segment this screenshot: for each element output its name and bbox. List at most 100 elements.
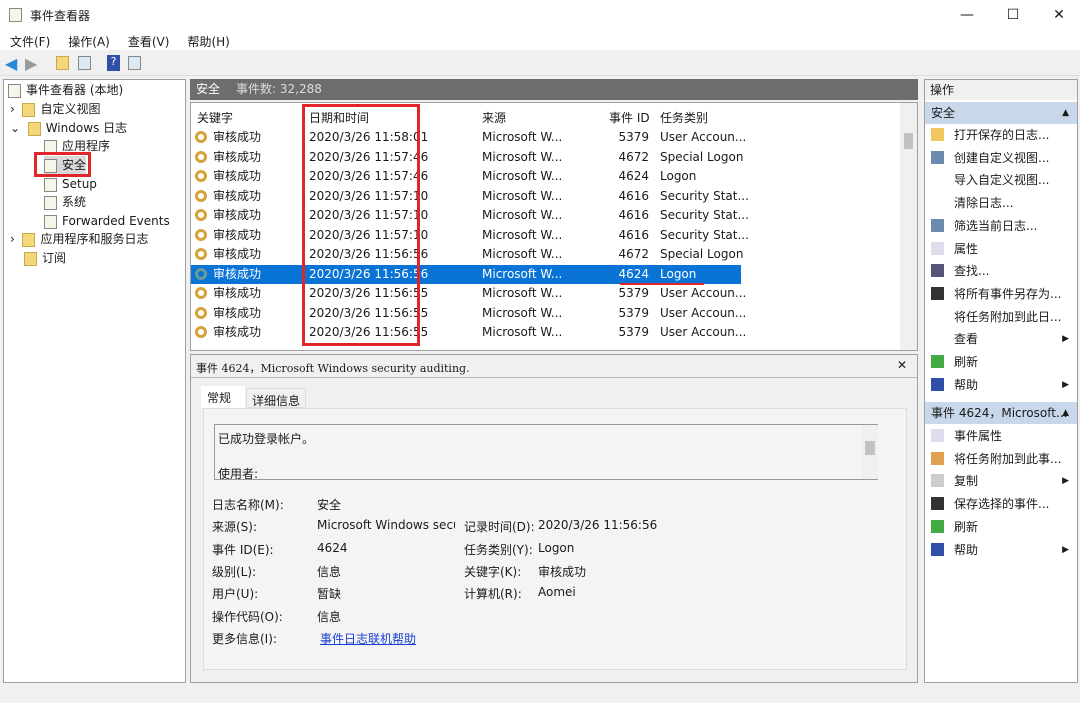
- menu-file[interactable]: 文件(F): [0, 30, 58, 50]
- tree-item-system[interactable]: 系统: [44, 193, 86, 211]
- key-icon: [195, 287, 207, 299]
- log-icon: [44, 195, 57, 210]
- toolbar: ◀ ▶ ?: [0, 50, 1080, 76]
- annotation-underline: [620, 283, 704, 285]
- tree-windows-logs[interactable]: ⌄ Windows 日志: [10, 119, 127, 137]
- table-row[interactable]: 审核成功 2020/3/26 11:56:55 Microsoft W... 5…: [191, 323, 746, 342]
- cell-task: Logon: [660, 266, 697, 281]
- cell-task: User Accoun...: [660, 305, 747, 320]
- action-item[interactable]: 属性: [925, 238, 1077, 260]
- cell-source: Microsoft W...: [482, 286, 563, 300]
- back-arrow-icon[interactable]: ◀: [5, 54, 23, 73]
- close-button[interactable]: ✕: [1036, 0, 1080, 30]
- action-item[interactable]: 刷新: [925, 516, 1077, 538]
- actions-group-security[interactable]: 安全 ▲: [925, 102, 1077, 124]
- table-row[interactable]: 审核成功 2020/3/26 11:57:46 Microsoft W... 4…: [191, 148, 743, 167]
- menu-help[interactable]: 帮助(H): [177, 30, 237, 50]
- action-item[interactable]: 保存选择的事件...: [925, 493, 1077, 515]
- collapse-icon[interactable]: ▲: [1062, 402, 1069, 424]
- cell-event-id: 5379: [618, 325, 649, 339]
- show-tree-icon[interactable]: [78, 56, 91, 70]
- table-row[interactable]: 审核成功 2020/3/26 11:57:10 Microsoft W... 4…: [191, 226, 749, 245]
- actions-pane: 操作 安全 ▲ 打开保存的日志... 创建自定义视图... 导入自定义视图... 清除日…: [924, 79, 1078, 683]
- action-item[interactable]: 打开保存的日志...: [925, 124, 1077, 146]
- detail-close-button[interactable]: ✕: [897, 358, 907, 372]
- col-source[interactable]: 来源: [482, 109, 506, 126]
- value-computer: Aomei: [538, 585, 576, 599]
- table-row[interactable]: 审核成功 2020/3/26 11:58:01 Microsoft W... 5…: [191, 128, 746, 147]
- tab-details[interactable]: 详细信息: [246, 388, 307, 408]
- value-user: 暂缺: [317, 587, 342, 601]
- action-item[interactable]: 刷新: [925, 351, 1077, 373]
- action-item[interactable]: 帮助 ▶: [925, 539, 1077, 561]
- help-icon: [931, 377, 944, 391]
- minimize-button[interactable]: —: [944, 0, 990, 30]
- col-event-id[interactable]: 事件 ID: [609, 109, 650, 126]
- help-icon[interactable]: ?: [107, 55, 120, 71]
- table-row[interactable]: 审核成功 2020/3/26 11:56:56 Microsoft W... 4…: [191, 245, 743, 264]
- table-row[interactable]: 审核成功 2020/3/26 11:57:10 Microsoft W... 4…: [191, 206, 749, 225]
- col-task[interactable]: 任务类别: [660, 109, 708, 126]
- cell-source: Microsoft W...: [482, 208, 563, 222]
- table-scrollbar[interactable]: [900, 103, 917, 350]
- col-keyword[interactable]: 关键字: [197, 109, 233, 126]
- tab-general[interactable]: 常规: [201, 386, 245, 408]
- menu-action[interactable]: 操作(A): [58, 30, 118, 50]
- action-item[interactable]: 帮助 ▶: [925, 374, 1077, 396]
- scroll-thumb[interactable]: [904, 133, 913, 149]
- maximize-button[interactable]: ☐: [990, 0, 1036, 30]
- cell-keyword: 审核成功: [213, 305, 262, 320]
- task-icon: [931, 451, 944, 465]
- action-item[interactable]: 将任务附加到此日...: [925, 306, 1077, 328]
- table-row[interactable]: 审核成功 2020/3/26 11:57:46 Microsoft W... 4…: [191, 167, 741, 186]
- cell-source: Microsoft W...: [482, 227, 563, 242]
- tree-app-service-logs[interactable]: › 应用程序和服务日志: [10, 230, 148, 248]
- action-item[interactable]: 将任务附加到此事...: [925, 448, 1077, 470]
- action-item[interactable]: 导入自定义视图...: [925, 169, 1077, 191]
- tree-custom-views[interactable]: › 自定义视图: [10, 100, 100, 118]
- cell-keyword: 审核成功: [213, 227, 262, 242]
- online-help-link[interactable]: 事件日志联机帮助: [320, 630, 416, 647]
- action-item[interactable]: 筛选当前日志...: [925, 215, 1077, 237]
- log-icon: [44, 177, 57, 192]
- subscription-icon: [24, 251, 37, 266]
- action-item[interactable]: 将所有事件另存为...: [925, 283, 1077, 305]
- table-body: 审核成功 2020/3/26 11:58:01 Microsoft W... 5…: [191, 128, 901, 350]
- action-item[interactable]: 复制 ▶: [925, 470, 1077, 492]
- up-folder-icon[interactable]: [56, 56, 69, 70]
- value-source: Microsoft Windows secur: [317, 518, 455, 532]
- key-icon: [195, 228, 207, 241]
- menu-bar: 文件(F) 操作(A) 查看(V) 帮助(H): [0, 30, 1080, 50]
- value-level: 信息: [317, 565, 342, 579]
- tree-root[interactable]: 事件查看器 (本地): [8, 81, 123, 99]
- event-message-box[interactable]: 已成功登录帐户。 使用者:: [214, 424, 878, 480]
- cell-source: Microsoft W...: [482, 266, 563, 281]
- table-row[interactable]: 审核成功 2020/3/26 11:57:10 Microsoft W... 4…: [191, 187, 749, 206]
- cell-source: Microsoft W...: [482, 188, 563, 203]
- refresh-icon: [931, 355, 944, 368]
- key-icon: [195, 170, 207, 182]
- message-scrollbar[interactable]: [862, 425, 878, 479]
- label-recorded: 记录时间(D):: [464, 520, 535, 534]
- forward-arrow-icon[interactable]: ▶: [25, 54, 43, 73]
- action-item[interactable]: 查看 ▶: [925, 328, 1077, 350]
- tree-item-forwarded[interactable]: Forwarded Events: [44, 212, 170, 230]
- cell-event-id: 5379: [618, 130, 649, 144]
- action-item[interactable]: 事件属性: [925, 425, 1077, 447]
- properties-icon: [931, 241, 944, 255]
- tree-subscriptions[interactable]: 订阅: [24, 249, 66, 267]
- cell-task: User Accoun...: [660, 130, 747, 144]
- action-item[interactable]: 创建自定义视图...: [925, 147, 1077, 169]
- table-row[interactable]: 审核成功 2020/3/26 11:56:56 Microsoft W... 4…: [191, 264, 741, 284]
- table-row[interactable]: 审核成功 2020/3/26 11:56:55 Microsoft W... 5…: [191, 284, 746, 303]
- table-row[interactable]: 审核成功 2020/3/26 11:56:55 Microsoft W... 5…: [191, 304, 746, 323]
- show-action-pane-icon[interactable]: [128, 56, 141, 70]
- menu-view[interactable]: 查看(V): [118, 30, 178, 50]
- action-item[interactable]: 查找...: [925, 260, 1077, 282]
- collapse-icon[interactable]: ▲: [1062, 102, 1069, 124]
- label-task: 任务类别(Y):: [464, 543, 533, 557]
- actions-group-event[interactable]: 事件 4624，Microsoft... ▲: [925, 402, 1077, 424]
- cell-event-id: 4616: [618, 208, 649, 222]
- tree-item-setup[interactable]: Setup: [44, 175, 97, 193]
- action-item[interactable]: 清除日志...: [925, 192, 1077, 214]
